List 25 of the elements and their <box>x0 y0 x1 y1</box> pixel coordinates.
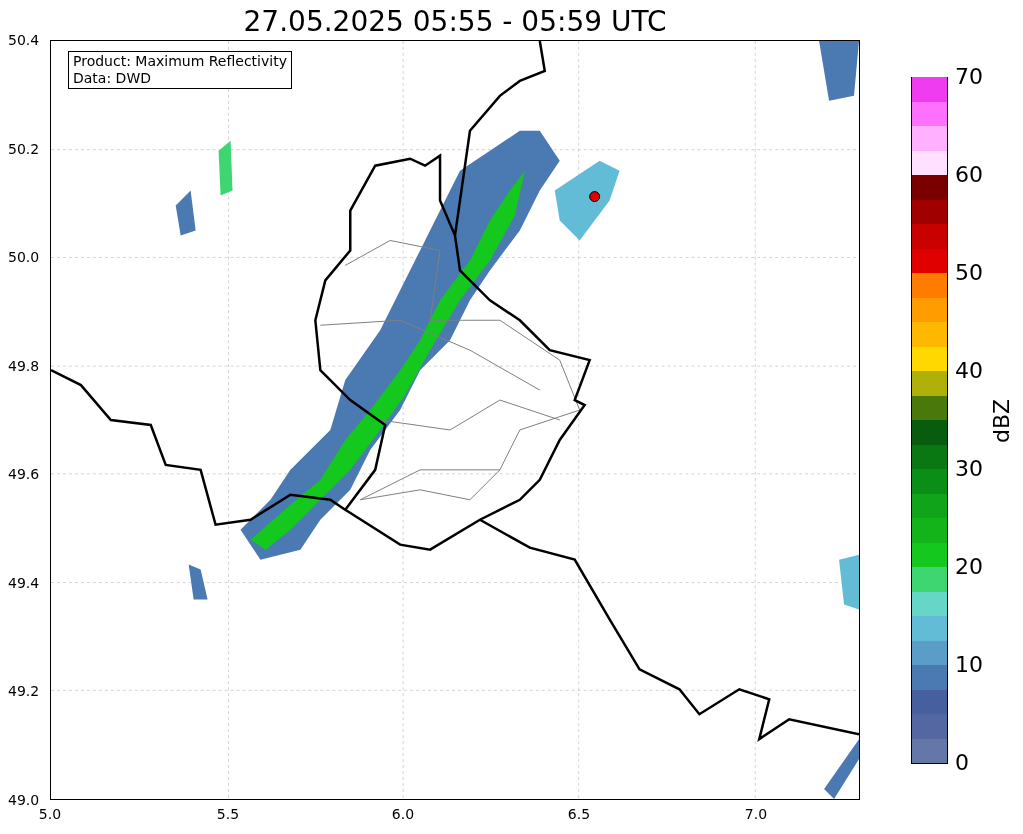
y-tick-label: 50.2 <box>8 141 40 157</box>
colorbar-tick-label: 60 <box>955 162 983 188</box>
y-tick-label: 49.2 <box>8 683 40 699</box>
x-tick-label: 5.0 <box>38 806 62 822</box>
x-tick-label: 5.5 <box>216 806 240 822</box>
colorbar-tick-label: 30 <box>955 456 983 482</box>
y-tick-label: 49.8 <box>8 358 40 374</box>
colorbar-tick-label: 70 <box>955 64 983 90</box>
colorbar-tick-label: 10 <box>955 652 983 678</box>
y-tick-label: 49.4 <box>8 575 40 591</box>
y-tick-label: 50.0 <box>8 249 40 265</box>
x-tick-label: 7.0 <box>744 806 768 822</box>
colorbar-tick-label: 0 <box>955 750 969 776</box>
y-tick-label: 49.0 <box>8 792 40 808</box>
colorbar-tick-label: 40 <box>955 358 983 384</box>
x-tick-label: 6.5 <box>567 806 591 822</box>
legend-text: Product: Maximum Reflectivity <box>73 53 287 70</box>
x-tick-label: 6.0 <box>391 806 415 822</box>
y-tick-label: 50.4 <box>8 32 40 48</box>
colorbar-tick-label: 20 <box>955 554 983 580</box>
colorbar-tick-label: 50 <box>955 260 983 286</box>
chart-title: 27.05.2025 05:55 - 05:59 UTC <box>243 4 667 40</box>
colorbar-label: dBZ <box>989 398 1015 444</box>
y-tick-label: 49.6 <box>8 466 40 482</box>
legend-text: Data: DWD <box>73 70 152 87</box>
